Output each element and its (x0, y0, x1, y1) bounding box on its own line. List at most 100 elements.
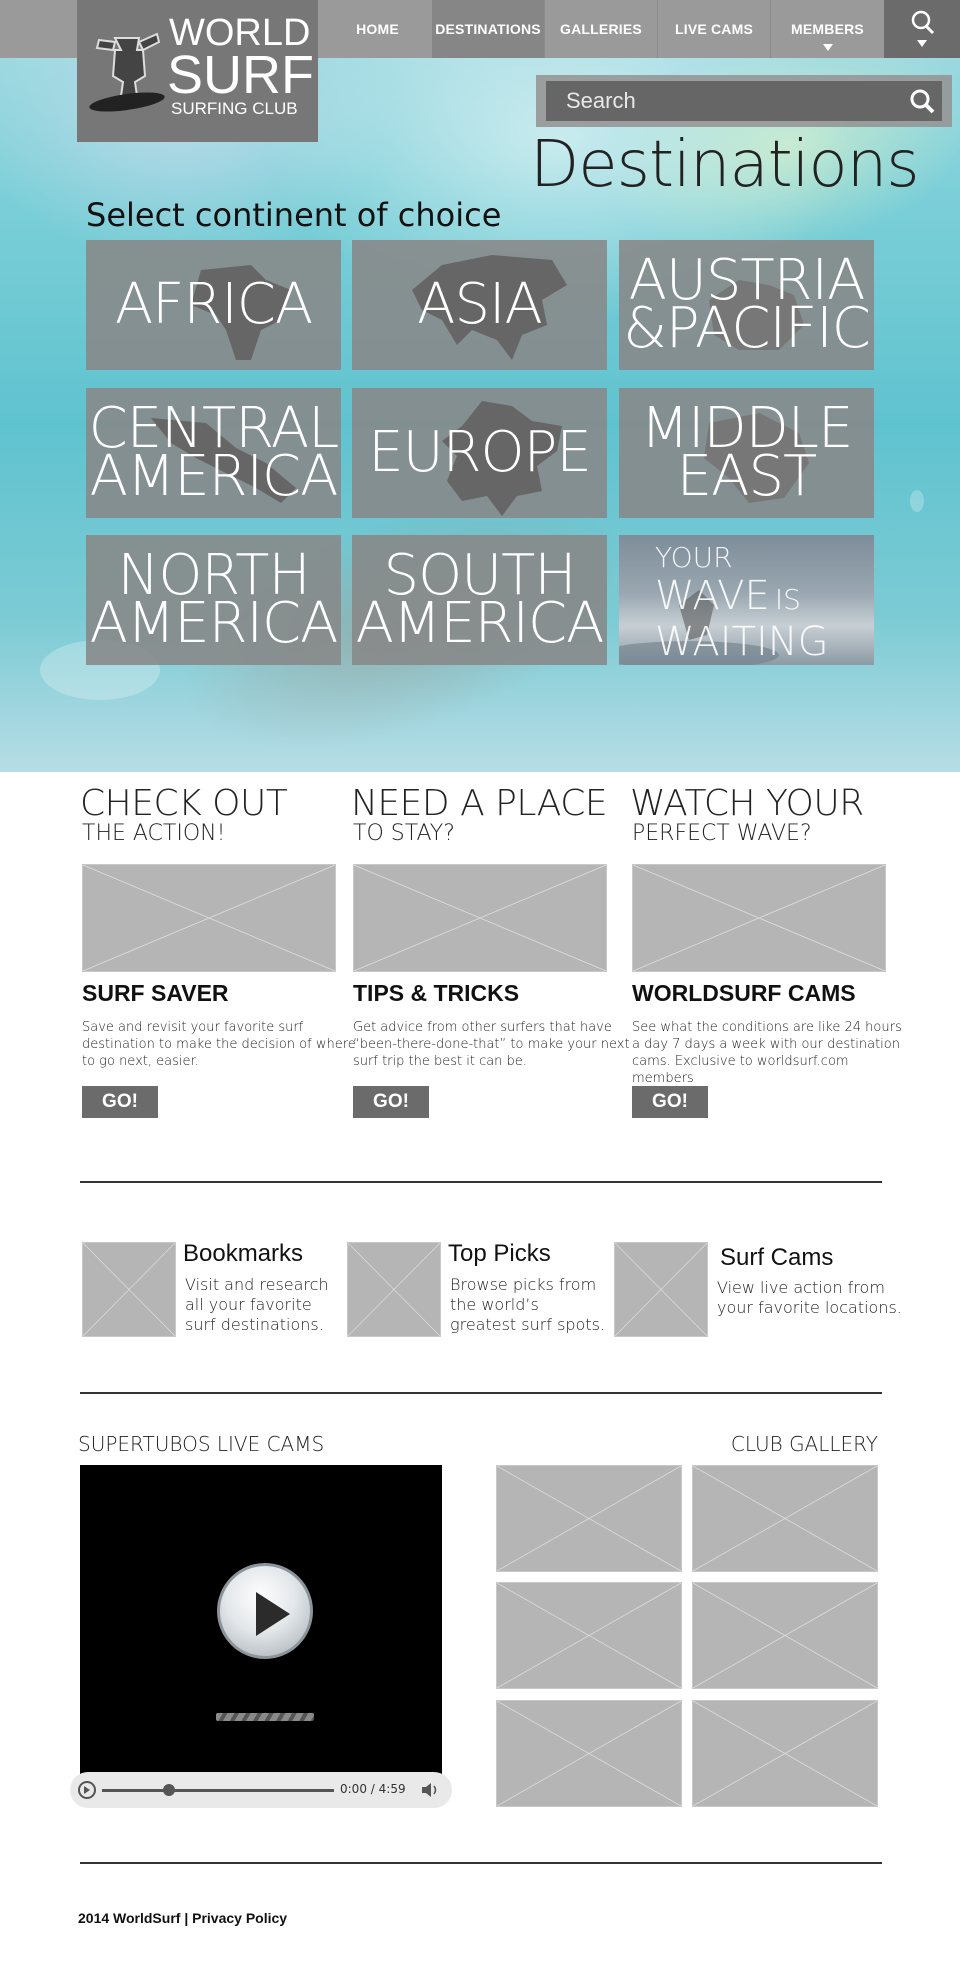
seek-handle[interactable] (163, 1784, 175, 1796)
logo-surf-text: SURF (167, 45, 314, 105)
tile-label: MIDDLE EAST (640, 396, 854, 509)
go-button[interactable]: GO! (82, 1086, 158, 1118)
gallery-image[interactable] (692, 1465, 878, 1572)
gallery-image[interactable] (496, 1465, 682, 1572)
feature-title: TIPS & TRICKS (353, 980, 520, 1006)
quicklink-title: Bookmarks (183, 1240, 304, 1267)
image-placeholder (82, 1242, 176, 1337)
video-player[interactable] (80, 1465, 442, 1777)
image-placeholder (82, 864, 336, 972)
tile-central-america[interactable]: CENTRAL AMERICA (86, 388, 341, 518)
nav-members[interactable]: MEMBERS (771, 0, 884, 58)
feature-description: Save and revisit your favorite surf dest… (82, 1020, 356, 1069)
tile-austria-pacific[interactable]: AUSTRIA &PACIFIC (619, 240, 874, 370)
feature-heading: NEED A PLACE (351, 783, 608, 824)
nav-label: HOME (356, 21, 399, 37)
image-placeholder (632, 864, 886, 972)
tile-africa[interactable]: AFRICA (86, 240, 341, 370)
image-placeholder (353, 864, 607, 972)
feature-title: SURF SAVER (82, 980, 229, 1006)
duration: 4:59 (378, 1782, 406, 1796)
gallery-image[interactable] (692, 1582, 878, 1689)
feature-heading: CHECK OUT (80, 783, 288, 824)
quicklink-description: Browse picks from the world’s greatest s… (450, 1275, 606, 1334)
quicklink-description: Visit and research all your favorite sur… (185, 1275, 329, 1334)
nav-home[interactable]: HOME (318, 0, 438, 58)
bubble (910, 490, 924, 512)
live-cams-title: SUPERTUBOS LIVE CAMS (78, 1432, 325, 1456)
play-button[interactable] (217, 1563, 313, 1659)
promo-tile[interactable]: YOUR WAVE IS WAITING (619, 535, 874, 665)
section-divider (80, 1392, 882, 1394)
search-bar (536, 75, 952, 127)
feature-worldsurf-cams: WATCH YOUR PERFECT WAVE? WORLDSURF CAMS … (630, 783, 902, 1118)
logo-club-text: SURFING CLUB (171, 99, 298, 118)
seek-bar[interactable] (102, 1789, 334, 1792)
site-logo[interactable]: WORLD SURF SURFING CLUB (77, 0, 318, 142)
gallery-image[interactable] (496, 1582, 682, 1689)
tile-north-america[interactable]: NORTH AMERICA (86, 535, 341, 665)
tile-south-america[interactable]: SOUTH AMERICA (352, 535, 607, 665)
tile-asia[interactable]: ASIA (352, 240, 607, 370)
video-controls: 0:00 / 4:59 (70, 1772, 452, 1808)
tile-label: CENTRAL AMERICA (88, 396, 340, 509)
image-placeholder (347, 1242, 441, 1337)
page-title: Destinations (530, 128, 920, 202)
tile-label: AFRICA (114, 272, 313, 337)
volume-icon[interactable] (420, 1781, 440, 1799)
feature-description: See what the conditions are like 24 hour… (632, 1020, 902, 1086)
section-divider (80, 1181, 882, 1183)
tile-label: SOUTH AMERICA (355, 543, 605, 656)
promo-line-3: WAITING (655, 619, 829, 665)
nav-galleries[interactable]: GALLERIES (545, 0, 658, 58)
promo-line-1: YOUR (655, 541, 733, 574)
feature-subheading: THE ACTION! (82, 821, 226, 846)
promo-line-2-suffix: IS (774, 583, 801, 616)
nav-search-toggle[interactable] (884, 0, 960, 58)
tile-label: AUSTRIA &PACIFIC (623, 248, 871, 361)
feature-heading: WATCH YOUR (630, 783, 864, 824)
surfer-logo-icon (89, 32, 165, 112)
promo-text: YOUR WAVE IS WAITING (655, 539, 829, 665)
feature-subheading: TO STAY? (353, 821, 455, 846)
time-display: 0:00 / 4:59 (340, 1782, 406, 1796)
page-subtitle: Select continent of choice (86, 196, 502, 234)
quicklink-title: Surf Cams (720, 1244, 834, 1271)
search-input[interactable] (546, 81, 942, 121)
nav-live-cams[interactable]: LIVE CAMS (658, 0, 771, 58)
feature-title: WORLDSURF CAMS (632, 980, 856, 1006)
current-time: 0:00 (340, 1782, 367, 1796)
time-separator: / (370, 1782, 375, 1796)
nav-label: LIVE CAMS (674, 21, 754, 37)
loading-bar (216, 1713, 314, 1721)
section-divider (80, 1862, 882, 1864)
tile-label: NORTH AMERICA (89, 543, 339, 656)
quicklink-description: View live action from your favorite loca… (717, 1278, 902, 1317)
club-gallery-title: CLUB GALLERY (730, 1432, 878, 1456)
feature-description: Get advice from other surfers that have … (353, 1020, 630, 1069)
nav-label: GALLERIES (560, 21, 642, 37)
nav-label: MEMBERS (791, 21, 864, 37)
nav-label: DESTINATIONS (435, 21, 541, 37)
feature-surf-saver: CHECK OUT THE ACTION! SURF SAVER Save an… (80, 783, 356, 1118)
tile-label: EUROPE (368, 420, 592, 485)
nav-destinations[interactable]: DESTINATIONS (432, 0, 545, 58)
search-icon[interactable] (908, 87, 936, 115)
image-placeholder (614, 1242, 708, 1337)
tile-label: ASIA (417, 272, 543, 337)
footer-text[interactable]: 2014 WorldSurf | Privacy Policy (78, 1910, 287, 1926)
promo-line-2: WAVE (655, 573, 770, 619)
feature-subheading: PERFECT WAVE? (632, 821, 812, 846)
magnifier-icon (911, 10, 935, 47)
quicklink-title: Top Picks (448, 1240, 551, 1267)
play-icon (256, 1592, 290, 1636)
play-toggle-icon[interactable] (78, 1781, 96, 1799)
tile-middle-east[interactable]: MIDDLE EAST (619, 388, 874, 518)
go-button[interactable]: GO! (353, 1086, 429, 1118)
gallery-image[interactable] (496, 1700, 682, 1807)
caret-down-icon (822, 44, 833, 51)
gallery-image[interactable] (692, 1700, 878, 1807)
go-button[interactable]: GO! (632, 1086, 708, 1118)
feature-tips-tricks: NEED A PLACE TO STAY? TIPS & TRICKS Get … (351, 783, 630, 1118)
tile-europe[interactable]: EUROPE (352, 388, 607, 518)
